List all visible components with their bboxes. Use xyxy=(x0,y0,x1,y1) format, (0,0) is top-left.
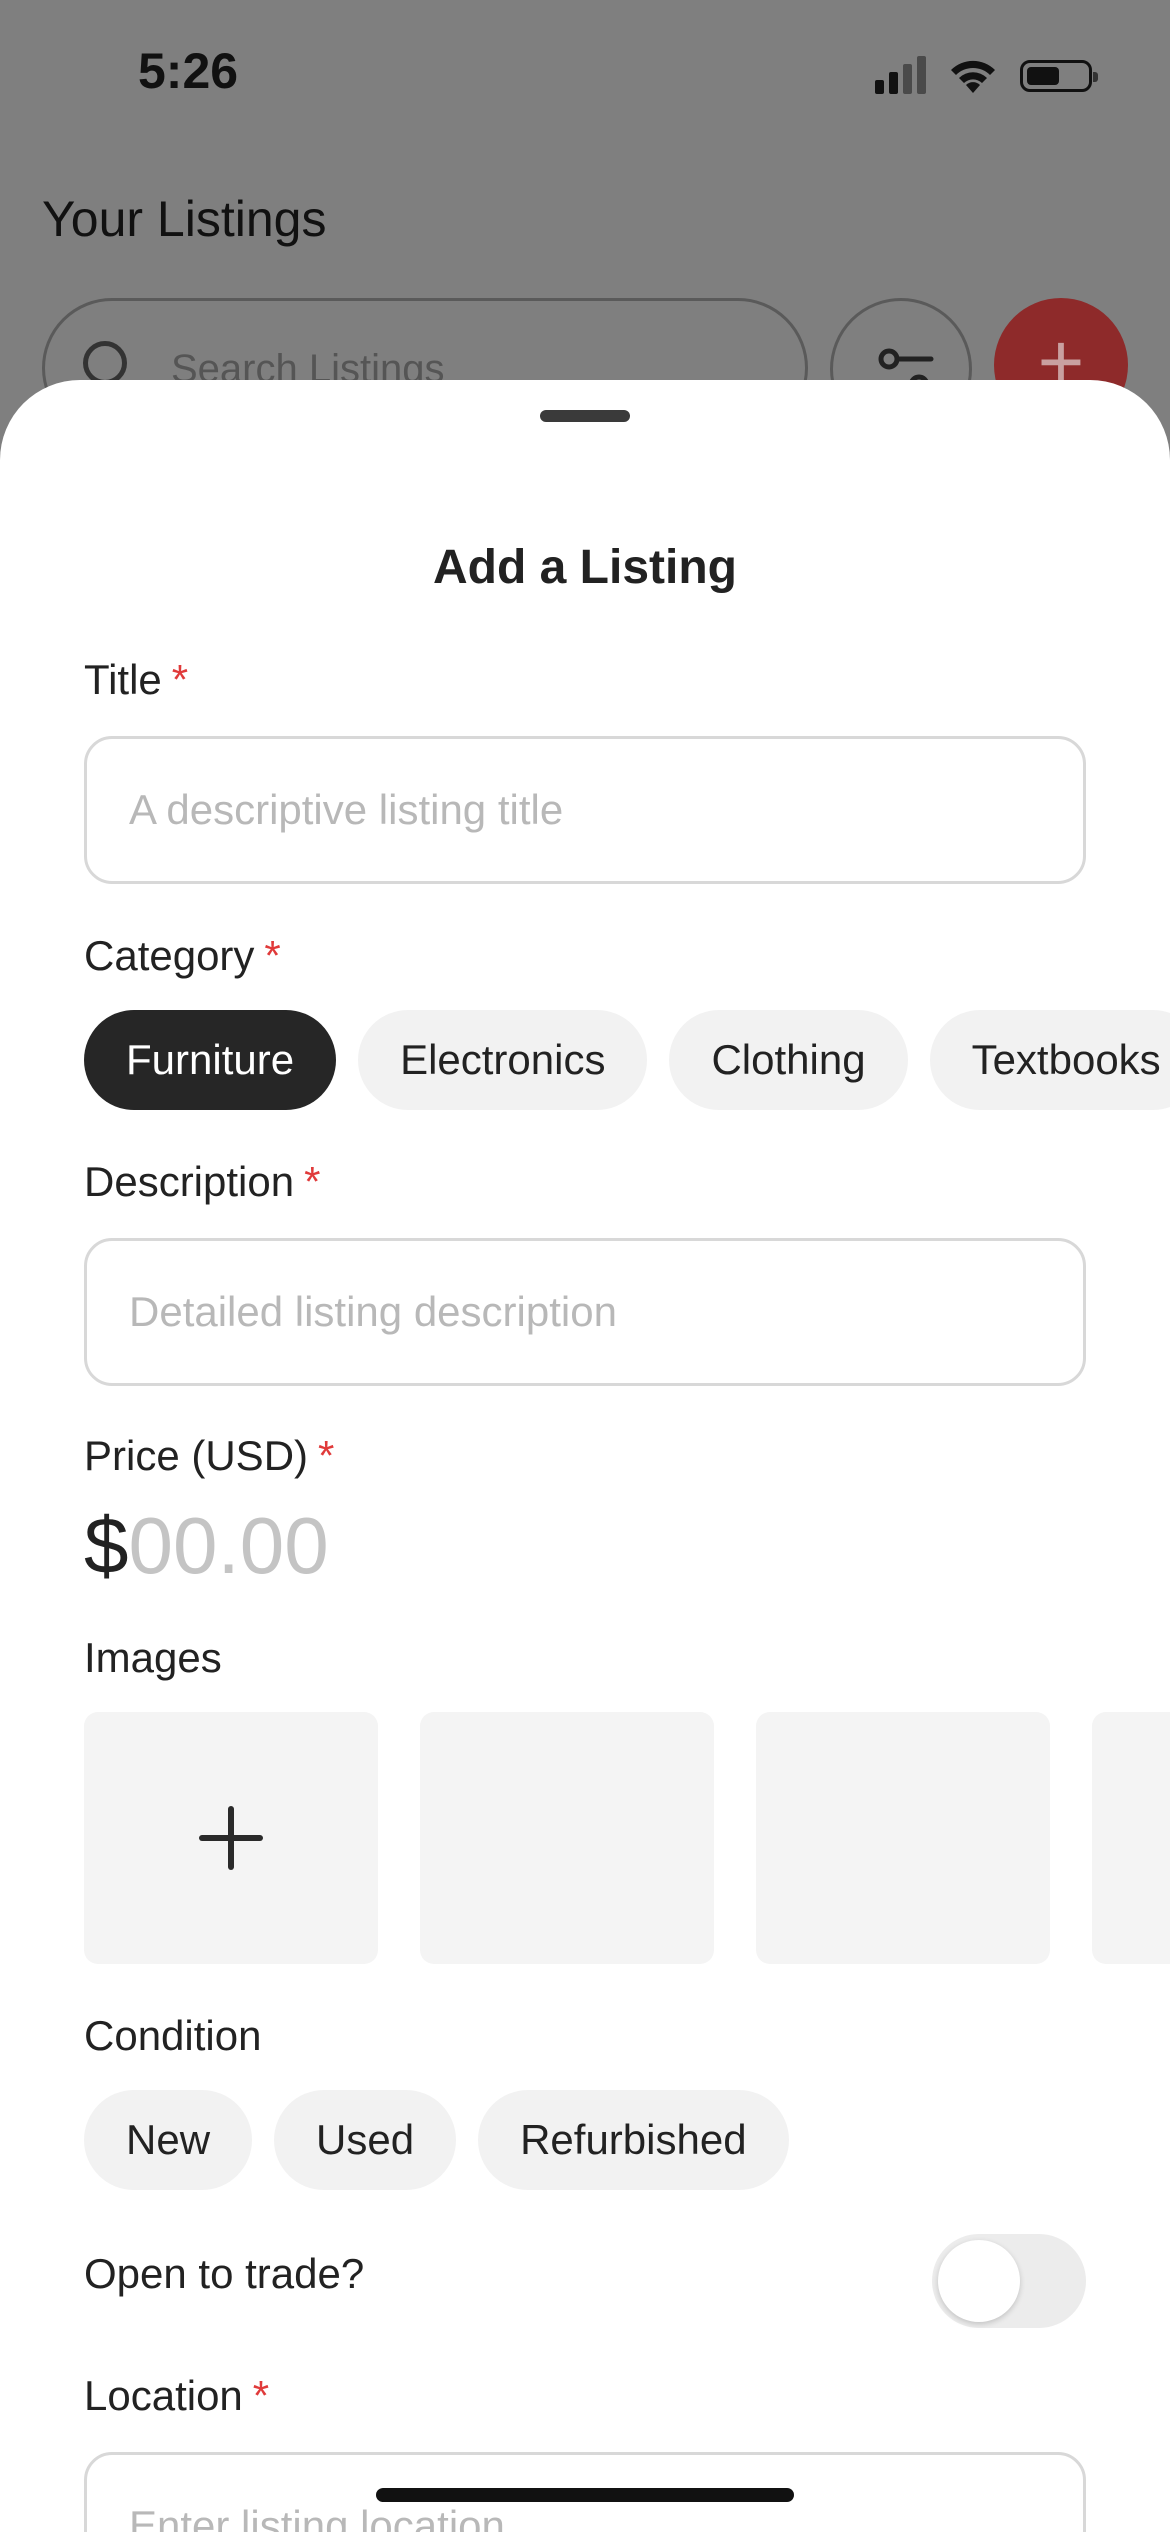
price-placeholder[interactable]: 00.00 xyxy=(129,1500,329,1592)
title-label-text: Title xyxy=(84,656,162,703)
status-icons xyxy=(875,56,1098,96)
background-screen: 5:26 Your Listings Search Listings + xyxy=(0,0,1170,440)
category-chip-textbooks[interactable]: Textbooks xyxy=(929,1010,1170,1110)
price-input[interactable]: $00.00 xyxy=(84,1500,329,1592)
required-mark: * xyxy=(264,932,281,979)
description-field[interactable] xyxy=(84,1238,1086,1386)
currency-symbol: $ xyxy=(84,1501,129,1590)
title-input[interactable] xyxy=(87,739,1083,881)
image-slot[interactable] xyxy=(420,1712,714,1964)
condition-chip-new[interactable]: New xyxy=(84,2090,253,2190)
status-time: 5:26 xyxy=(138,43,239,99)
wifi-icon xyxy=(951,60,995,93)
sheet-title: Add a Listing xyxy=(433,541,737,594)
battery-icon xyxy=(1020,60,1098,92)
category-chips: Furniture Electronics Clothing Textbooks xyxy=(84,1010,1170,1110)
cellular-signal-icon xyxy=(875,56,926,94)
required-mark: * xyxy=(304,1158,321,1205)
category-chip-clothing[interactable]: Clothing xyxy=(669,1010,908,1110)
description-input[interactable] xyxy=(87,1241,1083,1383)
images-label: Images xyxy=(84,1634,222,1681)
description-label: Description * xyxy=(84,1158,320,1206)
category-chip-furniture[interactable]: Furniture xyxy=(84,1010,337,1110)
required-mark: * xyxy=(171,656,189,703)
condition-chip-refurbished[interactable]: Refurbished xyxy=(478,2090,789,2190)
title-label: Title * xyxy=(84,656,188,704)
add-image-button[interactable] xyxy=(84,1712,378,1964)
page-title: Your Listings xyxy=(42,191,327,247)
condition-chips: New Used Refurbished xyxy=(84,2090,789,2190)
condition-label: Condition xyxy=(84,2012,262,2059)
category-label-text: Category xyxy=(84,932,255,979)
required-mark: * xyxy=(318,1432,335,1479)
location-label: Location * xyxy=(84,2372,269,2420)
search-icon xyxy=(83,341,127,385)
description-label-text: Description xyxy=(84,1158,295,1205)
required-mark: * xyxy=(252,2372,270,2419)
category-label: Category * xyxy=(84,932,281,980)
home-indicator xyxy=(376,2488,794,2502)
title-field[interactable] xyxy=(84,736,1086,884)
add-listing-sheet: Add a Listing Title* Category* Furniture… xyxy=(0,380,1170,2532)
location-label-text: Location xyxy=(84,2372,243,2419)
image-slot[interactable] xyxy=(1092,1712,1170,1964)
plus-icon xyxy=(199,1806,263,1870)
image-slots xyxy=(84,1712,1170,1964)
condition-chip-used[interactable]: Used xyxy=(274,2090,457,2190)
image-slot[interactable] xyxy=(756,1712,1050,1964)
price-label: Price (USD) * xyxy=(84,1432,334,1480)
trade-label: Open to trade? xyxy=(84,2250,365,2297)
sheet-grabber[interactable] xyxy=(540,410,630,422)
toggle-knob xyxy=(938,2240,1020,2322)
price-label-text: Price (USD) xyxy=(84,1432,309,1479)
trade-toggle[interactable] xyxy=(932,2234,1086,2328)
category-chip-electronics[interactable]: Electronics xyxy=(358,1010,648,1110)
